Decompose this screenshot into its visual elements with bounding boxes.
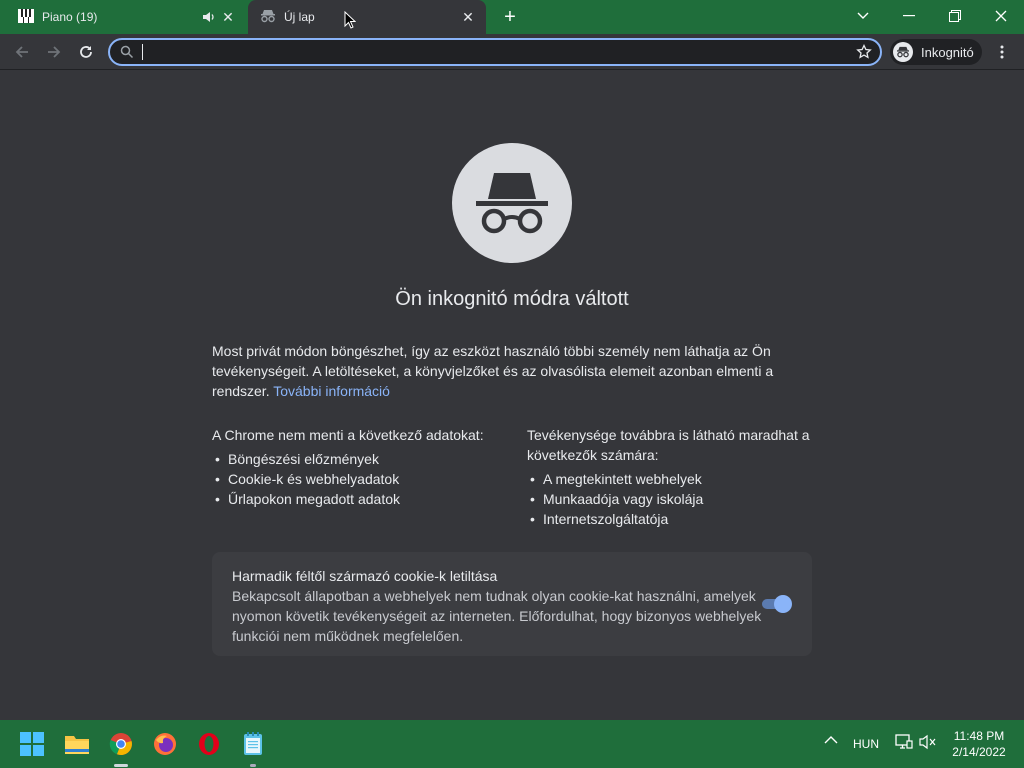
tab-title: Új lap bbox=[284, 10, 315, 24]
tab-title: Piano (19) bbox=[42, 10, 98, 24]
still-visible-title: Tevékenysége továbbra is látható maradha… bbox=[527, 427, 810, 463]
incognito-tab-icon bbox=[260, 9, 276, 26]
system-clock[interactable]: 11:48 PM 2/14/2022 bbox=[944, 728, 1014, 760]
incognito-hero-icon bbox=[452, 143, 572, 263]
incognito-icon bbox=[893, 42, 913, 62]
list-item: Internetszolgáltatója bbox=[527, 509, 817, 529]
firefox-icon[interactable] bbox=[151, 730, 179, 758]
address-input[interactable] bbox=[142, 43, 842, 61]
running-app-indicator bbox=[250, 764, 256, 767]
volume-muted-icon[interactable] bbox=[919, 734, 937, 753]
notepad-icon[interactable] bbox=[239, 730, 267, 758]
file-explorer-icon[interactable] bbox=[63, 730, 91, 758]
tab-strip: Piano (19) ✕ Új lap ✕ + bbox=[0, 0, 1024, 34]
cookie-card-title: Harmadik féltől származó cookie-k letilt… bbox=[232, 568, 498, 584]
forward-button[interactable] bbox=[42, 40, 66, 64]
tab-piano[interactable]: Piano (19) ✕ bbox=[0, 0, 246, 34]
text-caret bbox=[142, 44, 143, 60]
taskbar: HUN 11:48 PM 2/14/2022 bbox=[0, 720, 1024, 768]
audio-playing-icon[interactable] bbox=[202, 10, 216, 27]
incognito-profile-chip[interactable]: Inkognitó bbox=[890, 39, 982, 65]
search-icon bbox=[120, 45, 134, 64]
bookmark-star-icon[interactable] bbox=[856, 43, 872, 65]
intro-text: Most privát módon böngészhet, így az esz… bbox=[212, 341, 812, 401]
list-item: Cookie-k és webhelyadatok bbox=[212, 469, 512, 489]
windows-start-icon[interactable] bbox=[18, 730, 46, 758]
tab-close-button[interactable]: ✕ bbox=[460, 9, 476, 25]
block-cookies-toggle[interactable] bbox=[760, 595, 792, 613]
clock-time: 11:48 PM bbox=[953, 729, 1005, 743]
restore-button[interactable] bbox=[940, 4, 970, 28]
new-tab-button[interactable]: + bbox=[498, 5, 522, 29]
cookie-card-description: Bekapcsolt állapotban a webhelyek nem tu… bbox=[232, 588, 762, 644]
still-visible-section: Tevékenysége továbbra is látható maradha… bbox=[527, 425, 817, 529]
tab-new-tab[interactable]: Új lap ✕ bbox=[248, 0, 486, 34]
show-hidden-icons-chevron-icon[interactable] bbox=[824, 734, 838, 748]
close-window-button[interactable] bbox=[986, 4, 1016, 28]
browser-toolbar: Inkognitó bbox=[0, 34, 1024, 70]
list-item: A megtekintett webhelyek bbox=[527, 469, 817, 489]
list-item: Űrlapokon megadott adatok bbox=[212, 489, 512, 509]
list-item: Munkaadója vagy iskolája bbox=[527, 489, 817, 509]
language-indicator[interactable]: HUN bbox=[853, 737, 879, 751]
tab-search-chevron-icon[interactable] bbox=[848, 4, 878, 28]
minimize-button[interactable] bbox=[894, 4, 924, 28]
opera-icon[interactable] bbox=[195, 730, 223, 758]
omnibox[interactable] bbox=[108, 38, 882, 66]
mouse-cursor-icon bbox=[344, 11, 356, 29]
active-app-indicator bbox=[114, 764, 128, 767]
tab-close-button[interactable]: ✕ bbox=[220, 9, 236, 25]
third-party-cookie-card: Harmadik féltől származó cookie-k letilt… bbox=[212, 552, 812, 656]
network-icon[interactable] bbox=[895, 734, 913, 753]
piano-favicon-icon bbox=[18, 8, 34, 26]
not-saved-title: A Chrome nem menti a következő adatokat: bbox=[212, 427, 484, 443]
chrome-icon[interactable] bbox=[107, 730, 135, 758]
clock-date: 2/14/2022 bbox=[952, 745, 1006, 759]
back-button[interactable] bbox=[10, 40, 34, 64]
learn-more-link[interactable]: További információ bbox=[273, 383, 390, 399]
toggle-knob bbox=[774, 595, 792, 613]
list-item: Böngészési előzmények bbox=[212, 449, 512, 469]
not-saved-section: A Chrome nem menti a következő adatokat:… bbox=[212, 425, 512, 509]
chrome-menu-icon[interactable] bbox=[992, 42, 1012, 62]
reload-button[interactable] bbox=[74, 40, 98, 64]
incognito-chip-label: Inkognitó bbox=[921, 44, 974, 60]
page-title: Ön inkognitó módra váltott bbox=[395, 288, 629, 310]
